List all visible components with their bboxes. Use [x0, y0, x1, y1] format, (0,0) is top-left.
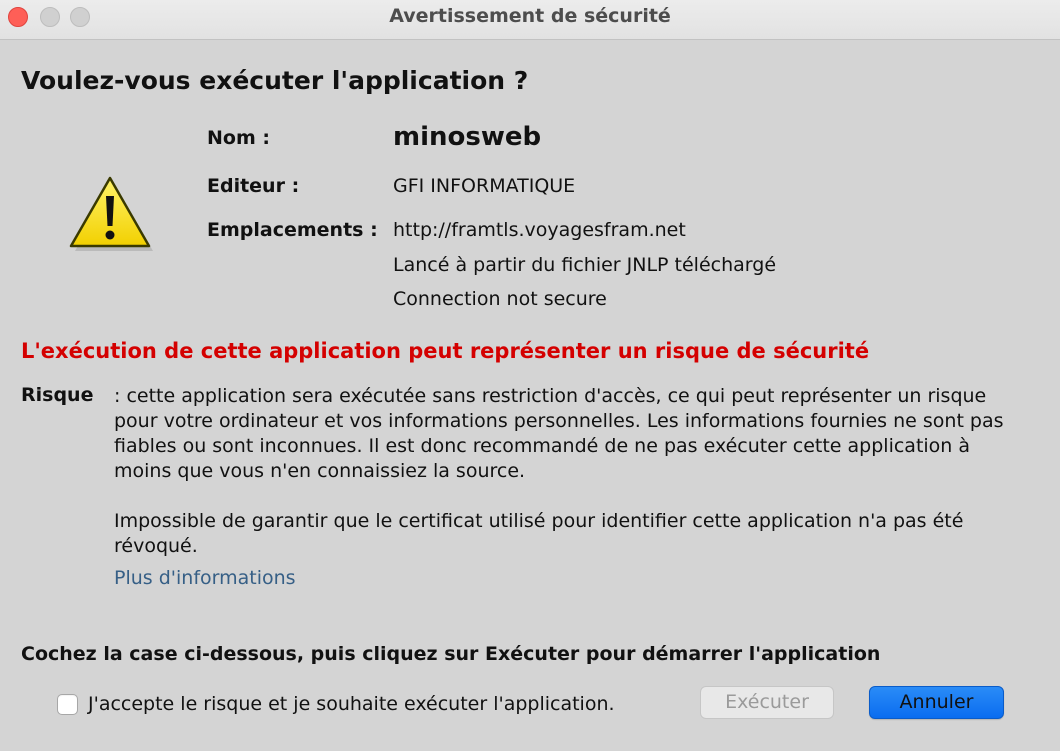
location-jnlp: Lancé à partir du fichier JNLP télécharg…	[393, 254, 777, 276]
security-warning-window: Avertissement de sécurité Voulez-vous ex…	[0, 0, 1060, 751]
dialog-question: Voulez-vous exécuter l'application ?	[21, 66, 529, 95]
window-title: Avertissement de sécurité	[389, 5, 671, 27]
instruction-text: Cochez la case ci-dessous, puis cliquez …	[21, 643, 881, 665]
risk-line-1: : cette application sera exécutée sans r…	[114, 385, 987, 407]
accept-risk-label[interactable]: J'accepte le risque et je souhaite exécu…	[88, 693, 615, 715]
risk-line-3: fiables ou sont inconnues. Il est donc r…	[114, 435, 971, 457]
risk-label: Risque	[21, 384, 94, 406]
title-bar[interactable]: Avertissement de sécurité	[0, 0, 1060, 40]
publisher-label: Editeur :	[207, 175, 300, 197]
risk-line-4: moins que vous n'en connaissiez la sourc…	[114, 460, 526, 482]
publisher-value: GFI INFORMATIQUE	[393, 175, 576, 197]
more-info-link[interactable]: Plus d'informations	[114, 567, 296, 589]
cancel-button[interactable]: Annuler	[869, 686, 1004, 719]
location-url: http://framtls.voyagesfram.net	[393, 219, 686, 241]
application-name: minosweb	[393, 122, 542, 152]
certificate-warning: Impossible de garantir que le certificat…	[114, 509, 1034, 559]
risk-line-2: pour votre ordinateur et vos information…	[114, 410, 1004, 432]
locations-label: Emplacements :	[207, 219, 378, 241]
location-connection: Connection not secure	[393, 288, 607, 310]
warning-triangle-icon	[69, 176, 153, 251]
run-button[interactable]: Exécuter	[700, 686, 834, 719]
accept-risk-checkbox[interactable]	[57, 693, 78, 715]
certificate-line-1: Impossible de garantir que le certificat…	[114, 510, 964, 532]
certificate-line-2: révoqué.	[114, 535, 198, 557]
name-label: Nom :	[207, 127, 270, 149]
risk-description: : cette application sera exécutée sans r…	[100, 384, 1050, 484]
risk-title: L'exécution de cette application peut re…	[21, 339, 870, 363]
accept-risk-row[interactable]: J'accepte le risque et je souhaite exécu…	[57, 690, 615, 718]
